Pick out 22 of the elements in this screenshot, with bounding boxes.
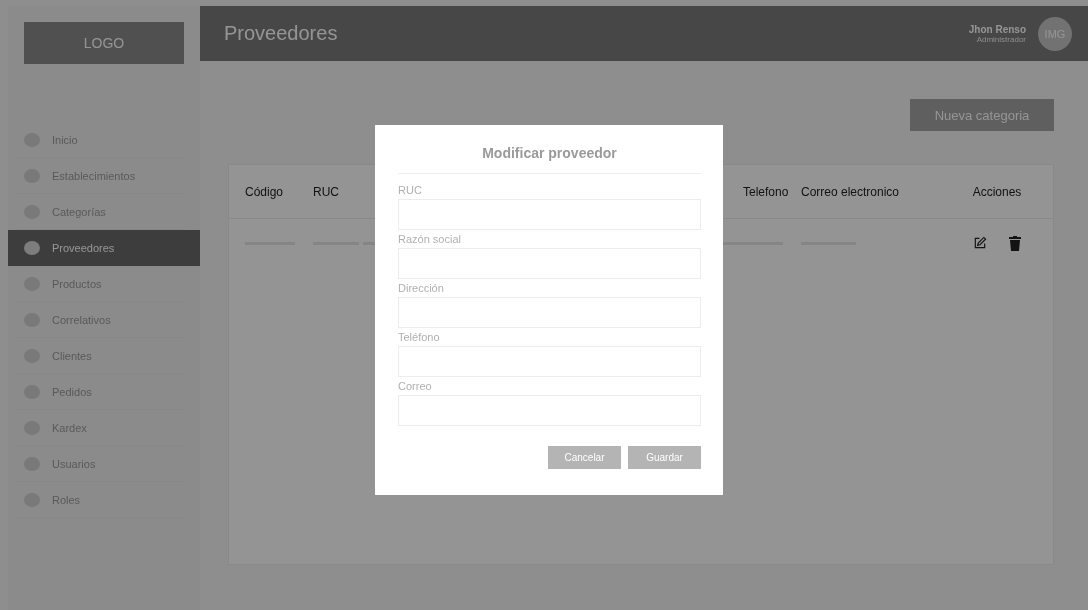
sidebar-item-label: Proveedores: [52, 241, 115, 254]
field-label: RUC: [398, 184, 423, 196]
sidebar-item[interactable]: Proveedores: [8, 230, 200, 266]
save-button[interactable]: Guardar: [628, 446, 701, 469]
field-label: Correo: [398, 380, 433, 392]
field-label: Dirección: [398, 282, 445, 294]
edit-icon[interactable]: [973, 235, 987, 250]
page-title: Proveedores: [224, 22, 338, 45]
column-header: Código: [245, 184, 284, 199]
circle-icon: [24, 240, 40, 255]
field-label: Teléfono: [398, 331, 441, 343]
column-header: Acciones: [972, 184, 1022, 199]
delete-icon[interactable]: [1009, 235, 1021, 251]
modal-title: Modificar proveedor: [398, 145, 701, 174]
column-header: Correo electronico: [801, 184, 900, 199]
column-header: RUC: [313, 184, 339, 199]
logo: LOGO: [24, 22, 184, 64]
user-name: Jhon Renso: [968, 23, 1026, 35]
column-header: Telefono: [743, 184, 789, 199]
field-label: Razón social: [398, 233, 462, 245]
user-role: Administrador: [976, 34, 1026, 44]
cancel-button[interactable]: Cancelar: [548, 446, 621, 469]
